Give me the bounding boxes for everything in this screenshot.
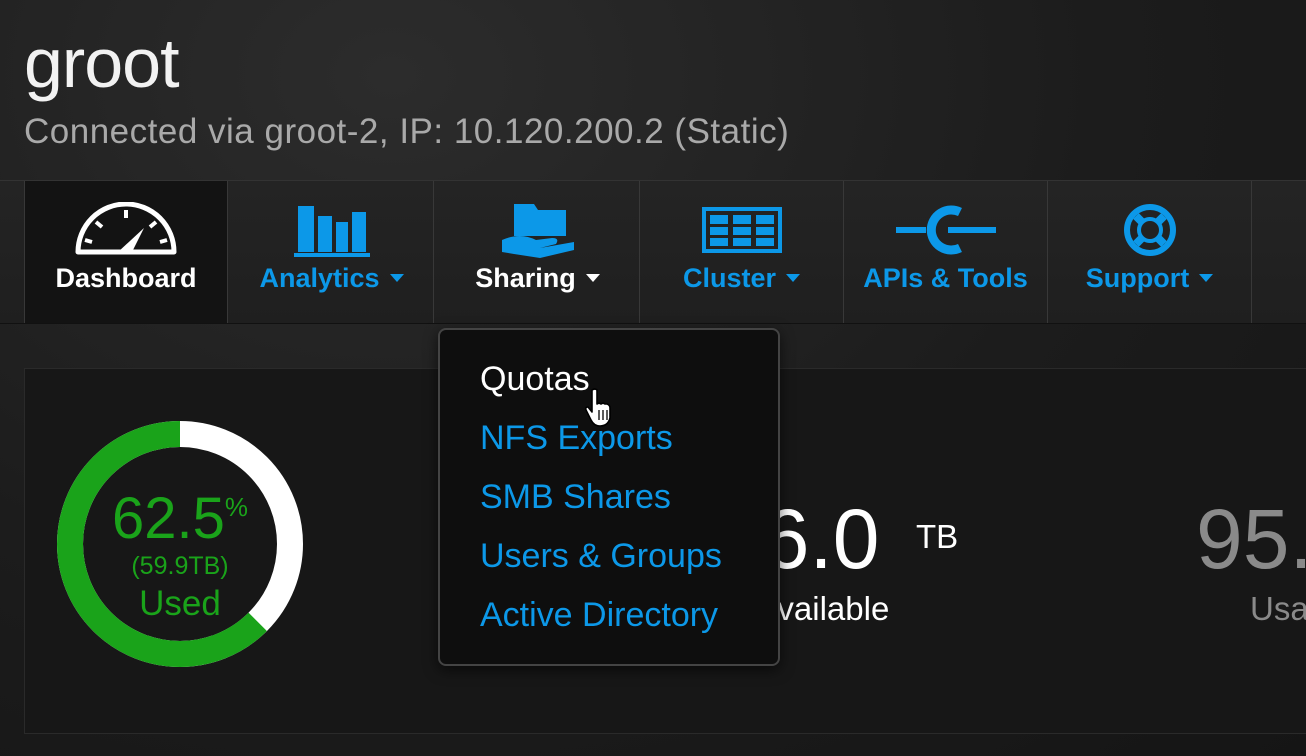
chevron-down-icon bbox=[389, 273, 404, 282]
nav-label: Sharing bbox=[475, 263, 600, 294]
used-label: Used bbox=[139, 584, 221, 623]
header: groot Connected via groot-2, IP: 10.120.… bbox=[24, 28, 789, 152]
nav-label: Support bbox=[1086, 263, 1214, 294]
connection-info: Connected via groot-2, IP: 10.120.200.2 … bbox=[24, 112, 790, 151]
main-navbar: Dashboard Analytics Sharing Cluster APIs… bbox=[0, 180, 1306, 324]
usable-value: 95. bbox=[1196, 492, 1306, 586]
nav-analytics[interactable]: Analytics bbox=[230, 181, 434, 323]
hand-pointer-icon bbox=[584, 388, 611, 427]
nav-label: Analytics bbox=[259, 263, 404, 294]
nav-support[interactable]: Support bbox=[1048, 181, 1252, 323]
available-unit: TB bbox=[916, 518, 959, 555]
menu-item-active-directory[interactable]: Active Directory bbox=[480, 596, 718, 635]
gauge-icon bbox=[66, 201, 186, 259]
menu-item-smb-shares[interactable]: SMB Shares bbox=[480, 478, 671, 517]
nav-apis-tools[interactable]: APIs & Tools bbox=[844, 181, 1048, 323]
nav-label: Dashboard bbox=[55, 263, 197, 293]
used-tb: (59.9TB) bbox=[131, 552, 229, 580]
connector-icon bbox=[886, 201, 1006, 259]
cluster-name: groot bbox=[24, 24, 180, 102]
menu-item-quotas[interactable]: Quotas bbox=[480, 360, 590, 399]
bar-chart-icon bbox=[272, 201, 392, 259]
nav-sharing[interactable]: Sharing bbox=[436, 181, 640, 323]
nav-label: Cluster bbox=[683, 263, 801, 294]
capacity-readout: 62.5% (59.9TB) Used bbox=[54, 418, 306, 670]
menu-item-users-groups[interactable]: Users & Groups bbox=[480, 537, 722, 576]
nav-overflow bbox=[1254, 181, 1306, 323]
chevron-down-icon bbox=[585, 273, 600, 282]
rack-grid-icon bbox=[682, 201, 802, 259]
menu-item-nfs-exports[interactable]: NFS Exports bbox=[480, 419, 673, 458]
nav-cluster[interactable]: Cluster bbox=[640, 181, 844, 323]
sharing-dropdown-menu: Quotas NFS Exports SMB Shares Users & Gr… bbox=[438, 328, 780, 666]
chevron-down-icon bbox=[786, 273, 801, 282]
nav-label: APIs & Tools bbox=[863, 263, 1028, 293]
usable-label: Usa bbox=[1250, 590, 1306, 627]
chevron-down-icon bbox=[1199, 273, 1214, 282]
lifebuoy-icon bbox=[1090, 201, 1210, 259]
folder-hand-icon bbox=[478, 201, 598, 259]
nav-dashboard[interactable]: Dashboard bbox=[24, 181, 228, 323]
used-percent: 62.5% bbox=[111, 486, 248, 551]
